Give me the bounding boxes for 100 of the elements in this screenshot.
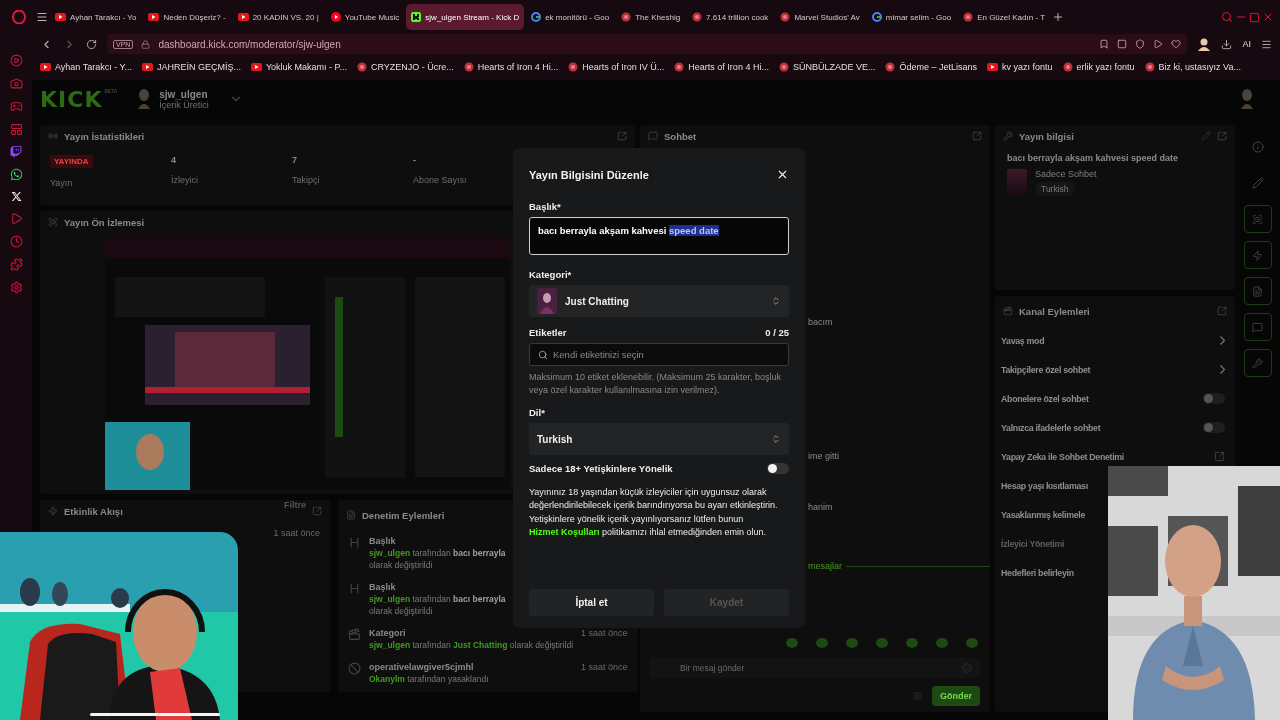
emote-icon[interactable] <box>906 638 918 648</box>
user-role: İçerik Üretici <box>159 99 209 110</box>
external-link-icon[interactable] <box>1217 131 1227 141</box>
panel-icon[interactable] <box>9 123 23 136</box>
channel-action[interactable]: Yasaklanmış kelimele <box>1001 509 1085 520</box>
whatsapp-icon[interactable] <box>9 168 23 181</box>
bookmark-link[interactable]: Ödeme – JetLisans <box>885 62 977 72</box>
chevron-right-icon <box>1220 336 1225 345</box>
tags-field[interactable]: Kendi etiketinizi seçin <box>529 343 789 366</box>
chat-input[interactable]: Bir mesaj gönder <box>650 658 980 678</box>
new-tab-icon[interactable] <box>1052 11 1065 23</box>
channel-action[interactable]: Yalnızca ifadelerle sohbet <box>1001 422 1101 433</box>
channel-action[interactable]: Abonelere özel sohbet <box>1001 393 1089 404</box>
external-link-icon[interactable] <box>617 131 627 141</box>
bookmark-link[interactable]: CRYZENJO - Ücre... <box>356 62 454 72</box>
browser-tab[interactable]: YouTube Music <box>325 4 405 30</box>
tool-button[interactable] <box>1243 349 1272 377</box>
close-icon[interactable] <box>776 168 789 181</box>
bookmark-link[interactable]: Hearts of Iron 4 Hi... <box>674 62 769 72</box>
avatar-icon[interactable] <box>1197 37 1212 51</box>
toggle-switch[interactable] <box>1203 393 1225 404</box>
browser-tab[interactable]: Neden Düşeriz? - <box>143 4 231 30</box>
gamepad-icon[interactable] <box>9 100 23 113</box>
channel-action[interactable]: Takipçilere özel sohbet <box>1001 364 1091 375</box>
external-link-icon[interactable] <box>1217 306 1227 316</box>
emote-icon[interactable] <box>966 638 978 648</box>
copy-icon[interactable] <box>1117 39 1128 49</box>
toggle-switch[interactable] <box>1203 422 1225 433</box>
bolt-button[interactable] <box>1243 241 1272 269</box>
panel-title: Denetim Eylemleri <box>362 509 445 521</box>
play-icon[interactable] <box>9 212 23 225</box>
terms-link[interactable]: Hizmet Koşulları <box>529 527 600 538</box>
browser-logo-icon[interactable] <box>12 10 26 24</box>
browser-tab[interactable]: mimar selim - Goo <box>866 4 957 30</box>
search-icon[interactable] <box>1221 11 1233 23</box>
log-time: 1 saat önce <box>581 662 628 672</box>
send-button[interactable]: Gönder <box>932 686 980 706</box>
browser-tab[interactable]: ek monitörü - Goo <box>526 4 615 30</box>
emote-icon[interactable] <box>876 638 888 648</box>
browser-tab[interactable]: 20 KADIN VS. 20 | <box>232 4 324 30</box>
emote-icon[interactable] <box>846 638 858 648</box>
panel-title: Yayın Ön İzlemesi <box>64 216 145 228</box>
channel-action[interactable]: Yapay Zeka ile Sohbet Denetimi <box>1001 451 1124 462</box>
browser-tab[interactable]: Marvel Studios' Av <box>775 4 865 30</box>
document-button[interactable] <box>1243 277 1272 305</box>
log-text: olarak değiştirildi <box>369 606 433 616</box>
browser-tab[interactable]: Ayhan Tarakcı - Yo <box>50 4 142 30</box>
field-label: Etiketler <box>529 327 567 338</box>
toggle-switch[interactable] <box>767 463 789 475</box>
channel-action[interactable]: Hedefleri belirleyin <box>1001 567 1074 578</box>
bookmark-link[interactable]: Hearts of Iron IV Ü... <box>568 62 665 72</box>
bookmark-link[interactable]: SÜNBÜLZADE VE... <box>778 62 876 72</box>
external-link-icon[interactable] <box>972 131 982 141</box>
play-circle-icon[interactable] <box>9 54 23 67</box>
x-logo-icon[interactable] <box>10 191 22 202</box>
settings-icon[interactable] <box>9 281 23 294</box>
document-icon <box>346 510 356 520</box>
browser-tab[interactable]: The Kheshig <box>616 4 686 30</box>
browser-tab[interactable]: 7.614 trillion cook <box>687 4 774 30</box>
preview-button[interactable] <box>1243 205 1272 233</box>
category-select[interactable]: Just Chatting <box>529 285 789 317</box>
heart-icon[interactable] <box>1171 39 1182 49</box>
emote-icon[interactable] <box>786 638 798 648</box>
language-select[interactable]: Turkish <box>529 423 789 456</box>
stat-label: İzleyici <box>171 175 198 185</box>
extensions-icon[interactable] <box>9 258 23 271</box>
channel-action[interactable]: Yavaş mod <box>1001 335 1045 346</box>
title-field[interactable]: bacı berrayla akşam kahvesi speed date <box>529 217 789 255</box>
bookmark-link[interactable]: kv yazı fontu <box>986 62 1053 72</box>
stat-value: - <box>413 155 416 165</box>
info-icon <box>1251 141 1264 153</box>
shield-icon[interactable] <box>1135 39 1146 49</box>
reload-icon[interactable] <box>86 38 97 50</box>
download-icon[interactable] <box>1221 38 1233 50</box>
bookmark-link[interactable]: Yokluk Makamı - P... <box>250 62 347 72</box>
bookmark-icon[interactable] <box>1099 39 1110 49</box>
browser-tab[interactable]: En Güzel Kadın - T <box>958 4 1051 30</box>
bookmark-link[interactable]: Ayhan Tarakcı - Y... <box>40 62 132 72</box>
bookmark-link[interactable]: JAHREİN GEÇMİŞ... <box>141 62 241 72</box>
menu-icon[interactable] <box>1261 38 1272 50</box>
chat-message: bacım <box>808 317 833 327</box>
camera-icon[interactable] <box>9 77 23 90</box>
bookmark-link[interactable]: Hearts of Iron 4 Hi... <box>463 62 559 72</box>
emote-icon[interactable] <box>936 638 948 648</box>
external-link-icon[interactable] <box>312 506 322 516</box>
new-messages-label: mesajlar <box>808 561 842 571</box>
ai-button[interactable]: AI <box>1242 39 1251 49</box>
browser-tab[interactable]: sjw_ulgen Stream - Kick D <box>406 4 525 30</box>
emote-icon[interactable] <box>816 638 828 648</box>
log-heading: Başlık <box>369 582 396 592</box>
tab-menu-icon[interactable] <box>36 11 48 23</box>
history-icon[interactable] <box>9 235 23 248</box>
chat-button[interactable] <box>1243 313 1272 341</box>
cancel-button[interactable]: İptal et <box>529 589 654 616</box>
bookmark-link[interactable]: erlik yazı fontu <box>1062 62 1135 72</box>
channel-action[interactable]: Hesap yaşı kısıtlaması <box>1001 480 1088 491</box>
panel-title: Yayın bilgisi <box>1019 130 1074 142</box>
bookmark-link[interactable]: Biz ki, ustasıyız Va... <box>1144 62 1241 72</box>
twitch-icon[interactable] <box>10 146 22 158</box>
maximize-icon[interactable] <box>1249 11 1260 23</box>
